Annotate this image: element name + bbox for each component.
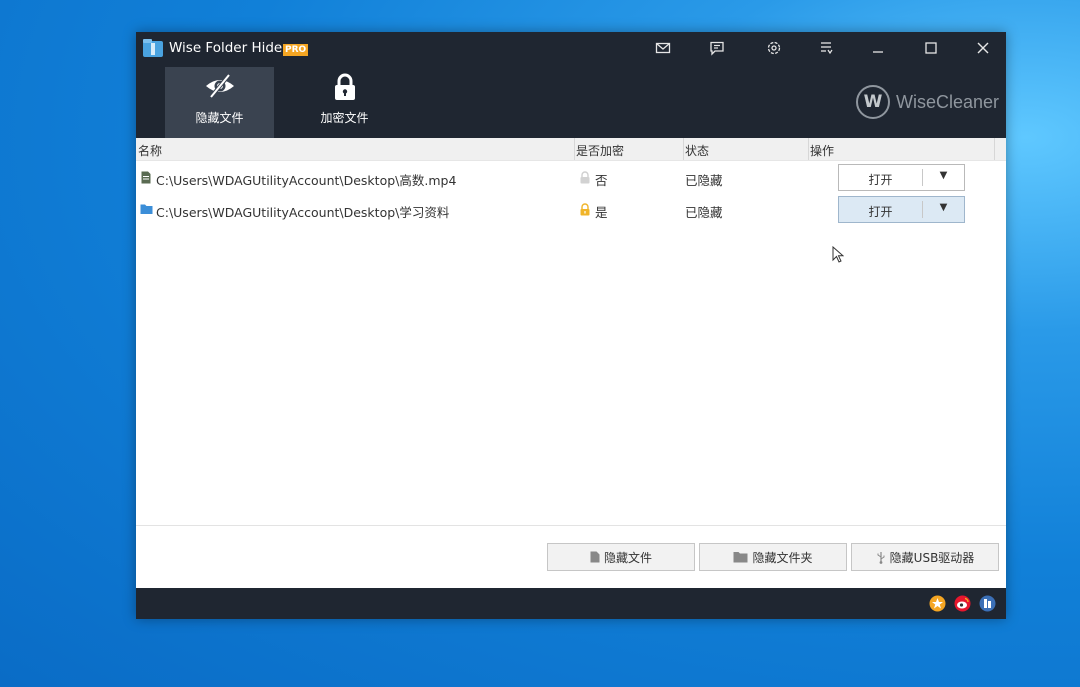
brand-mark: W [856,85,890,119]
file-icon [590,551,600,563]
usb-icon [877,551,885,564]
minimize-button[interactable] [862,37,894,59]
maximize-button[interactable] [915,37,947,59]
hidden-eye-icon [165,73,274,101]
social-icon[interactable] [979,595,996,612]
table-row[interactable]: C:\Users\WDAGUtilityAccount\Desktop\高数.m… [136,162,1006,193]
feedback-icon[interactable] [707,39,727,57]
column-status[interactable]: 状态 [685,142,709,159]
lock-icon [290,73,399,101]
table-header: 名称 是否加密 状态 操作 [136,138,1006,161]
open-button[interactable]: 打开 ▼ [838,196,965,223]
hide-usb-label: 隐藏USB驱动器 [889,550,975,565]
tab-encrypt-files[interactable]: 加密文件 [290,67,399,138]
close-button[interactable] [967,37,999,59]
hide-folder-label: 隐藏文件夹 [752,550,813,565]
star-icon[interactable] [929,595,946,612]
title-bar: Wise Folder Hider PRO 隐藏文件 加密文件 W WiseCl… [136,32,1006,138]
column-divider[interactable] [808,138,809,160]
weibo-icon[interactable] [954,595,971,612]
row-path: C:\Users\WDAGUtilityAccount\Desktop\学习资料 [156,205,450,220]
app-title: Wise Folder Hider [169,40,288,56]
app-window: Wise Folder Hider PRO 隐藏文件 加密文件 W WiseCl… [136,32,1006,619]
row-encrypted: 否 [595,173,608,188]
column-name[interactable]: 名称 [138,142,162,159]
chevron-down-icon[interactable]: ▼ [923,170,964,181]
chevron-down-icon[interactable]: ▼ [923,202,964,213]
file-icon [141,171,151,184]
open-button[interactable]: 打开 ▼ [838,164,965,191]
row-status: 已隐藏 [685,173,723,188]
brand-name: WiseCleaner [896,91,1000,112]
open-button-label: 打开 [868,205,893,219]
row-status: 已隐藏 [685,205,723,220]
column-action[interactable]: 操作 [810,142,834,159]
row-encrypted: 是 [595,205,608,220]
open-button-label: 打开 [868,173,893,187]
locked-icon [580,203,590,216]
app-logo-icon [143,39,163,57]
row-path: C:\Users\WDAGUtilityAccount\Desktop\高数.m… [156,173,457,188]
hide-folder-button[interactable]: 隐藏文件夹 [699,543,847,571]
mouse-cursor-icon [832,246,844,263]
tab-hide-files[interactable]: 隐藏文件 [165,67,274,138]
status-bar [136,588,1006,619]
column-divider[interactable] [574,138,575,160]
divider [136,525,1006,526]
pro-badge: PRO [283,44,309,56]
hide-file-button[interactable]: 隐藏文件 [547,543,695,571]
column-encrypted[interactable]: 是否加密 [576,142,624,159]
hide-file-label: 隐藏文件 [603,550,652,565]
settings-icon[interactable] [764,39,784,57]
column-divider[interactable] [683,138,684,160]
table-row[interactable]: C:\Users\WDAGUtilityAccount\Desktop\学习资料… [136,194,1006,225]
tab-encrypt-files-label: 加密文件 [320,111,369,125]
hide-usb-button[interactable]: 隐藏USB驱动器 [851,543,999,571]
folder-icon [140,204,153,214]
tab-hide-files-label: 隐藏文件 [195,111,244,125]
unlocked-icon [580,171,590,184]
folder-icon [733,552,748,563]
column-divider[interactable] [994,138,995,160]
menu-icon[interactable] [816,39,836,57]
wisecleaner-logo: W WiseCleaner [856,85,999,119]
mail-icon[interactable] [653,39,673,57]
